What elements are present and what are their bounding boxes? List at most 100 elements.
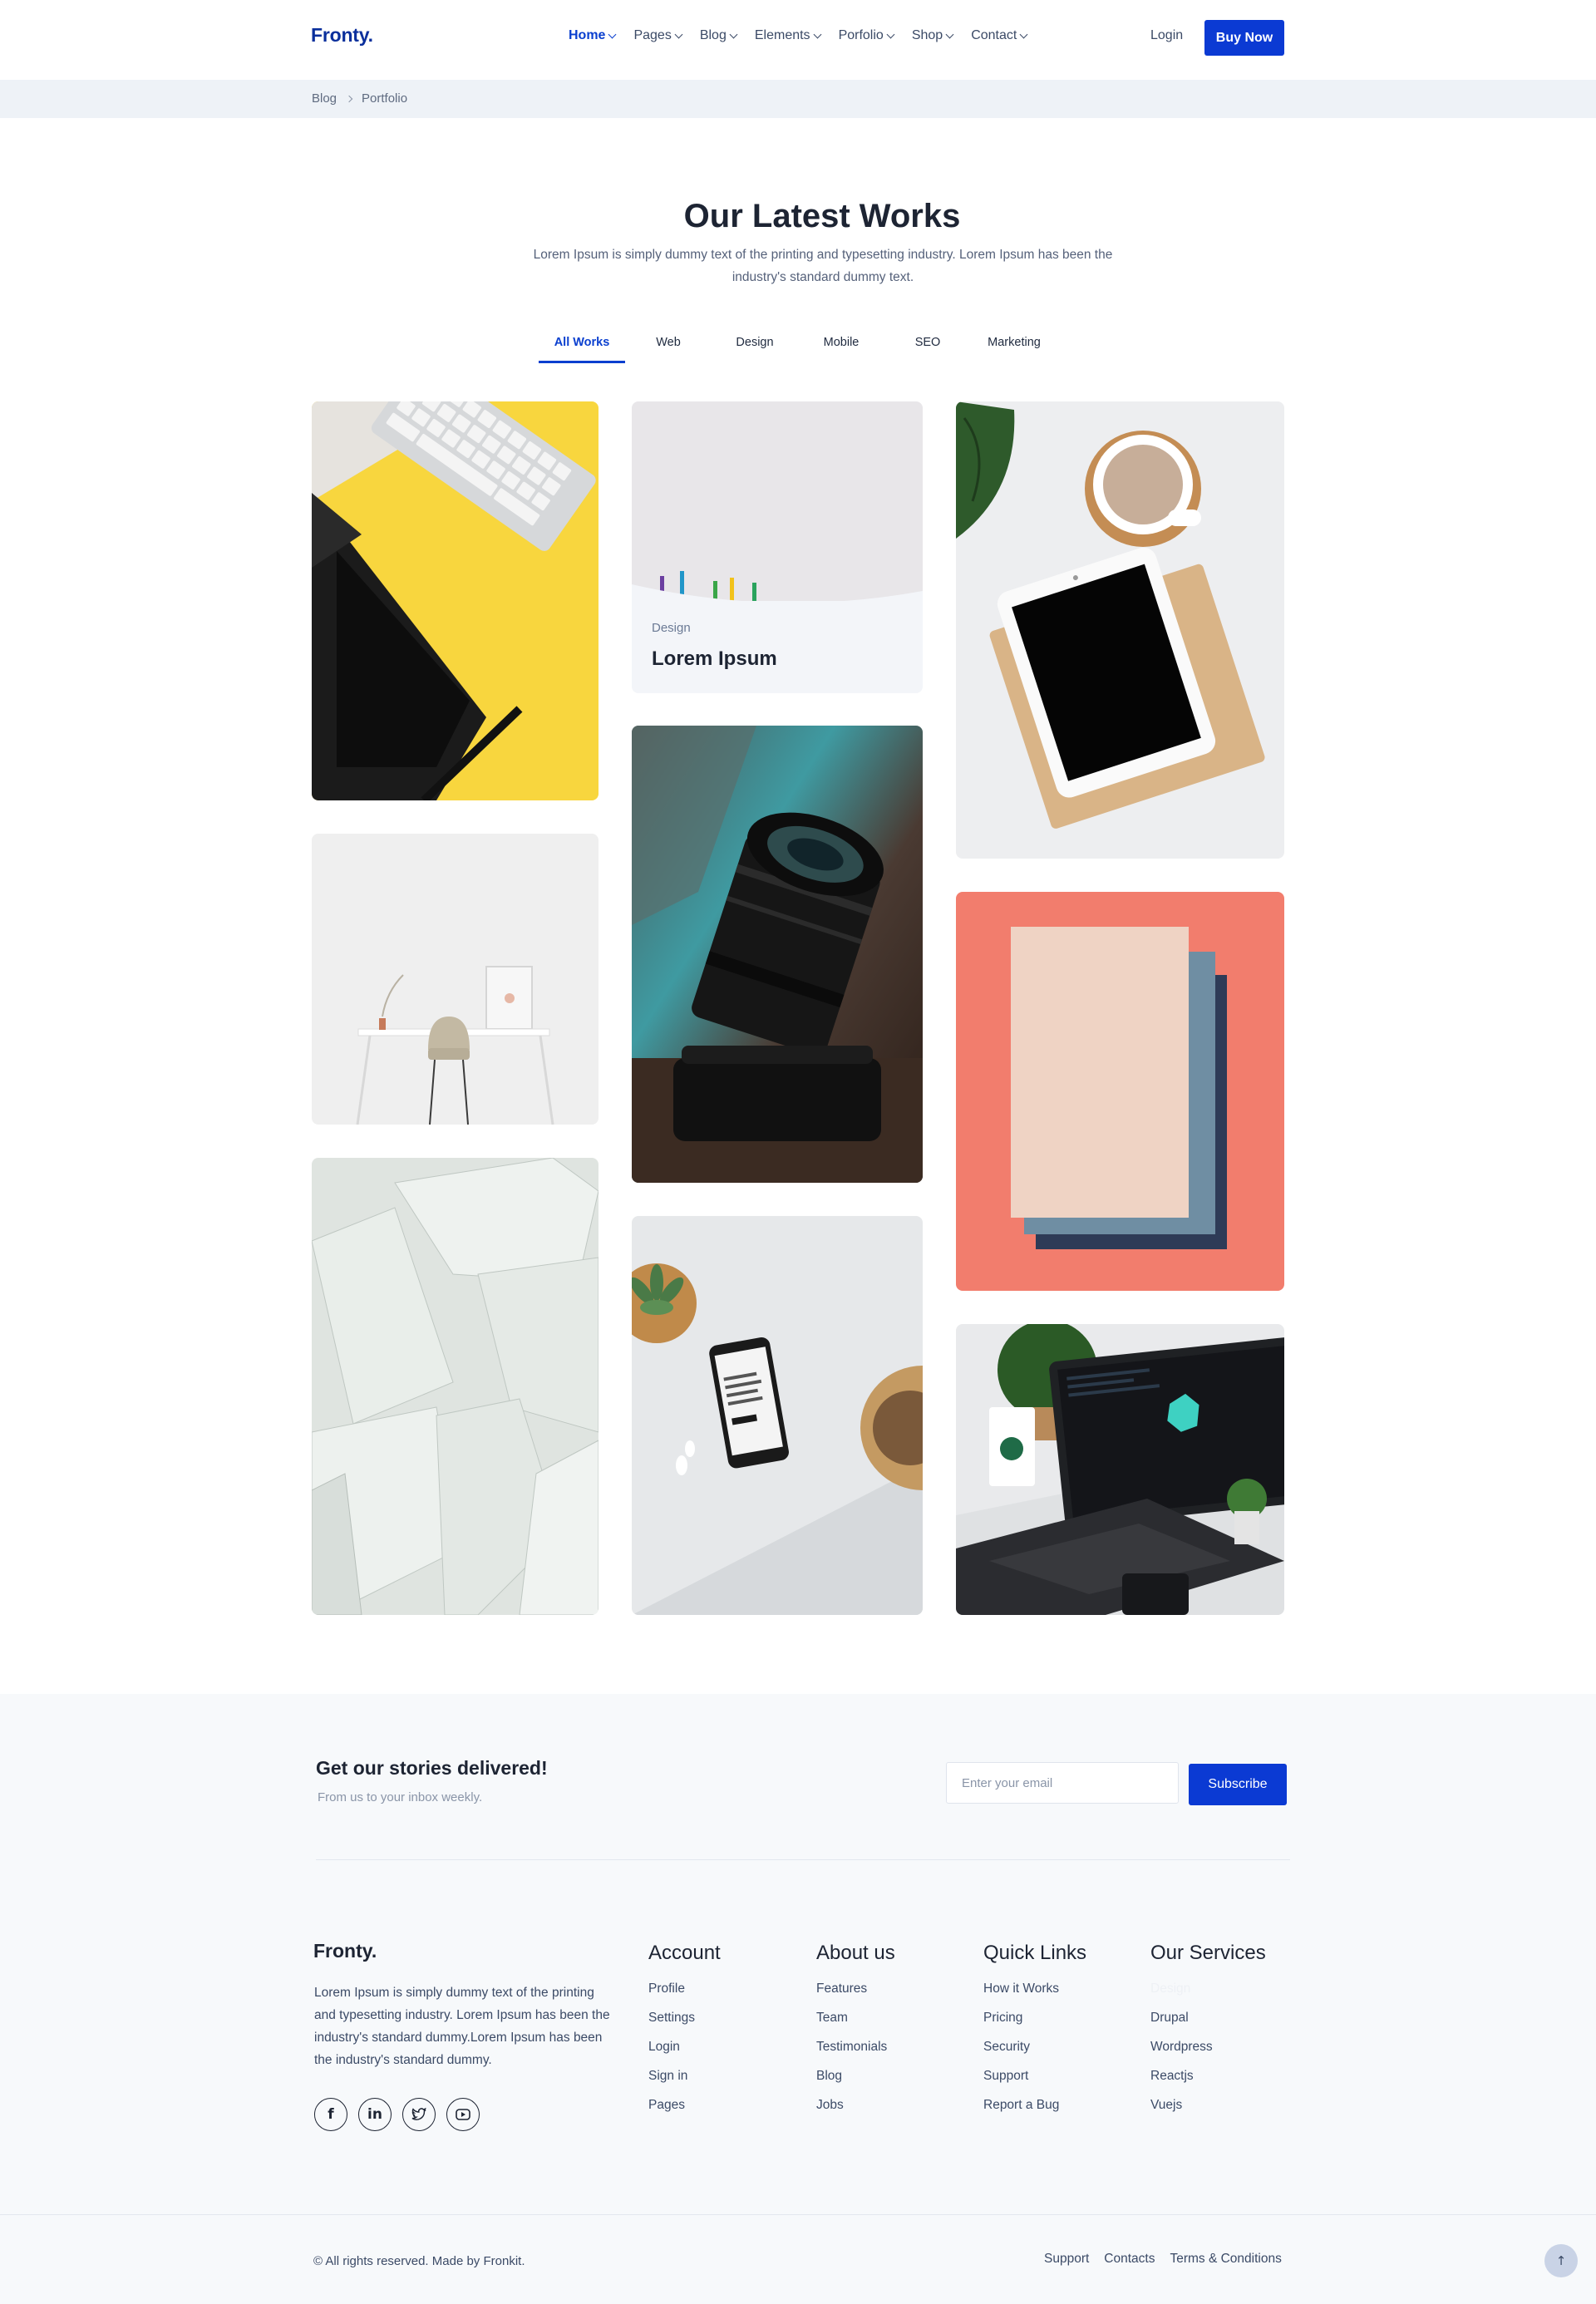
footer-link-support[interactable]: Support <box>983 2069 1086 2098</box>
site-footer <box>0 1694 1596 2304</box>
bottom-link-support[interactable]: Support <box>1044 2252 1089 2267</box>
nav-pages[interactable]: Pages <box>633 28 683 43</box>
chevron-down-icon <box>674 30 683 38</box>
chevron-down-icon <box>608 30 617 38</box>
site-header: Fronty. Home Pages Blog Elements Porfoli… <box>0 0 1596 80</box>
footer-link-report-bug[interactable]: Report a Bug <box>983 2098 1086 2127</box>
footer-column-services: Our Services Design Drupal Wordpress Rea… <box>1150 1942 1266 2127</box>
footer-link-how-it-works[interactable]: How it Works <box>983 1982 1086 2011</box>
bottom-link-contacts[interactable]: Contacts <box>1104 2252 1155 2267</box>
footer-link-reactjs[interactable]: Reactjs <box>1150 2069 1266 2098</box>
breadcrumb-bar: Blog Portfolio <box>0 80 1596 118</box>
chevron-down-icon <box>729 30 738 38</box>
footer-link-testimonials[interactable]: Testimonials <box>816 2040 895 2069</box>
section-title: Our Latest Works <box>683 198 961 234</box>
footer-column-about: About us Features Team Testimonials Blog… <box>816 1942 895 2127</box>
nav-label: Pages <box>633 28 672 42</box>
bottom-link-terms[interactable]: Terms & Conditions <box>1170 2252 1281 2267</box>
footer-bottom-divider <box>0 2214 1596 2215</box>
nav-portfolio[interactable]: Porfolio <box>838 28 895 43</box>
footer-link-team[interactable]: Team <box>816 2011 895 2040</box>
footer-link-blog[interactable]: Blog <box>816 2069 895 2098</box>
newsletter-subtitle: From us to your inbox weekly. <box>318 1790 483 1804</box>
linkedin-icon[interactable]: in <box>358 2098 392 2131</box>
tab-mobile[interactable]: Mobile <box>798 336 884 363</box>
footer-column-title: Our Services <box>1150 1942 1266 1964</box>
copyright-text: © All rights reserved. Made by Fronkit. <box>313 2254 525 2268</box>
tab-marketing[interactable]: Marketing <box>971 336 1057 363</box>
subscribe-button[interactable]: Subscribe <box>1189 1764 1287 1805</box>
footer-column-title: Quick Links <box>983 1942 1087 1964</box>
nav-home[interactable]: Home <box>569 28 617 43</box>
arrow-up-icon[interactable]: ↑ <box>1544 2244 1578 2277</box>
chevron-down-icon <box>813 30 822 38</box>
nav-label: Home <box>569 28 606 42</box>
portfolio-filter-tabs: All Works Web Design Mobile SEO Marketin… <box>539 336 1057 363</box>
nav-label: Blog <box>699 28 727 42</box>
nav-blog[interactable]: Blog <box>699 28 738 43</box>
youtube-icon[interactable] <box>446 2098 480 2131</box>
footer-column-account: Account Profile Settings Login Sign in P… <box>648 1942 721 2127</box>
footer-link-sign-in[interactable]: Sign in <box>648 2069 721 2098</box>
footer-description: Lorem Ipsum is simply dummy text of the … <box>314 1986 610 2067</box>
footer-logo[interactable]: Fronty. <box>313 1940 377 1962</box>
footer-column-title: About us <box>816 1942 895 1964</box>
portfolio-image-paper-cards[interactable] <box>312 1158 598 1615</box>
footer-link-settings[interactable]: Settings <box>648 2011 721 2040</box>
chevron-right-icon <box>345 95 353 102</box>
portfolio-image-phone-desk[interactable] <box>632 1216 923 1615</box>
tab-web[interactable]: Web <box>625 336 712 363</box>
nav-contact[interactable]: Contact <box>971 28 1028 43</box>
breadcrumb: Blog Portfolio <box>312 91 407 106</box>
chevron-down-icon <box>886 30 895 38</box>
chevron-down-icon <box>1019 30 1028 38</box>
twitter-icon[interactable] <box>402 2098 436 2131</box>
footer-link-drupal[interactable]: Drupal <box>1150 2011 1266 2040</box>
breadcrumb-portfolio: Portfolio <box>362 91 408 106</box>
footer-divider <box>316 1859 1290 1860</box>
chevron-down-icon <box>945 30 954 38</box>
breadcrumb-blog[interactable]: Blog <box>312 91 337 106</box>
buy-now-button[interactable]: Buy Now <box>1204 20 1284 56</box>
nav-label: Porfolio <box>838 28 884 42</box>
newsletter-title: Get our stories delivered! <box>316 1757 548 1779</box>
portfolio-image-laptop-coffee[interactable] <box>956 1324 1284 1615</box>
footer-link-design[interactable]: Design <box>1150 1982 1266 2011</box>
footer-link-vuejs[interactable]: Vuejs <box>1150 2098 1266 2127</box>
footer-link-profile[interactable]: Profile <box>648 1982 721 2011</box>
tab-seo[interactable]: SEO <box>884 336 971 363</box>
portfolio-image-camera-lens[interactable] <box>632 726 923 1183</box>
facebook-icon[interactable]: f <box>314 2098 347 2131</box>
login-link[interactable]: Login <box>1150 28 1183 43</box>
site-logo[interactable]: Fronty. <box>311 24 373 47</box>
footer-link-jobs[interactable]: Jobs <box>816 2098 895 2127</box>
nav-label: Contact <box>971 28 1017 42</box>
footer-column-quick-links: Quick Links How it Works Pricing Securit… <box>983 1942 1086 2127</box>
tab-design[interactable]: Design <box>712 336 798 363</box>
footer-link-pricing[interactable]: Pricing <box>983 2011 1086 2040</box>
footer-link-wordpress[interactable]: Wordpress <box>1150 2040 1266 2069</box>
footer-bottom-links: Support Contacts Terms & Conditions <box>1044 2252 1282 2267</box>
nav-elements[interactable]: Elements <box>754 28 822 43</box>
portfolio-image-keyboard-tablet[interactable] <box>312 401 598 800</box>
portfolio-image-tablet-coffee[interactable] <box>956 401 1284 859</box>
portfolio-card-featured[interactable]: Design Lorem Ipsum <box>632 401 923 693</box>
footer-link-features[interactable]: Features <box>816 1982 895 2011</box>
tab-all-works[interactable]: All Works <box>539 336 625 363</box>
nav-label: Elements <box>754 28 810 42</box>
social-links: f in <box>314 2098 480 2131</box>
main-nav: Home Pages Blog Elements Porfolio Shop C… <box>569 28 1045 43</box>
portfolio-card-title[interactable]: Lorem Ipsum <box>652 647 777 671</box>
portfolio-image-paper-stack[interactable] <box>956 892 1284 1291</box>
footer-link-pages[interactable]: Pages <box>648 2098 721 2127</box>
newsletter-email-input[interactable]: Enter your email <box>946 1762 1179 1804</box>
portfolio-image-desk-chair[interactable] <box>312 834 598 1125</box>
footer-column-title: Account <box>648 1942 721 1964</box>
portfolio-card-category: Design <box>652 621 691 635</box>
nav-label: Shop <box>911 28 943 42</box>
nav-shop[interactable]: Shop <box>911 28 954 43</box>
footer-link-security[interactable]: Security <box>983 2040 1086 2069</box>
portfolio-image-colored-pencils <box>632 401 923 603</box>
footer-link-login[interactable]: Login <box>648 2040 721 2069</box>
section-description: Lorem Ipsum is simply dummy text of the … <box>533 248 1113 284</box>
